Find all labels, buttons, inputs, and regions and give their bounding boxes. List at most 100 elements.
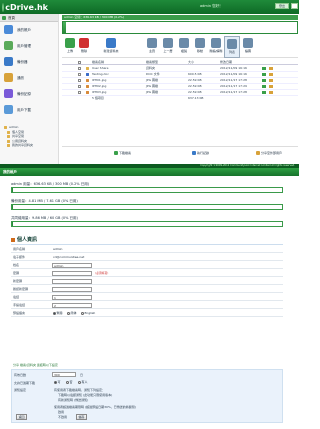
expire-line[interactable]: 不啟用 [58,415,67,419]
nav-item-icon [4,73,13,82]
field-input[interactable] [52,270,92,276]
field-input[interactable] [52,286,92,292]
folder-tree: admin 個人空間 共享空間 公用資料夾 我的共享資料夾 [3,125,58,148]
person-icon [11,237,15,242]
toolbar-button-2[interactable]: 新建資料夾 [100,36,122,58]
cloud-logo-icon [2,2,5,12]
expire-line[interactable]: 啟用 [58,410,64,414]
field-input[interactable]: admin [52,262,92,268]
nav-item-4[interactable]: 備份記錄 [0,86,58,102]
allow-radio[interactable]: 有人 [78,380,88,384]
back-button[interactable]: 返回 [16,414,27,420]
col-type[interactable]: 檔案類型 [146,60,158,64]
file-name[interactable]: Testing.doc [92,72,109,76]
nav-item-1[interactable]: 用戶管理 [0,38,58,54]
toolbar-label: 移動 [196,49,203,53]
personal-info-title: 個人資訊 [11,236,37,243]
row-checkbox[interactable] [78,91,81,94]
app-header: cDrive.hk admin 您好！ 登出 [0,0,299,14]
download-icon[interactable] [262,91,266,94]
tree-item[interactable]: 我的共享資料夾 [3,143,58,148]
col-date[interactable]: 修改日期 [220,60,232,64]
toolbar-button-3[interactable]: 主頁 [144,36,160,58]
toolbar-button-4[interactable]: 上一層 [160,36,176,58]
storage-path-bar: admin 空間：636.63 KB / 300 MB (0.2%) [62,15,298,20]
share-icon[interactable] [269,79,273,82]
language-radio[interactable]: English [81,311,95,315]
storage-bar [62,21,298,34]
nav-item-3[interactable]: 通訊 [0,70,58,86]
allow-radio[interactable]: 可 [54,380,61,384]
nav-item-0[interactable]: 我的帳戶 [0,22,58,38]
toolbar-button-7[interactable]: 壓縮/解壓 [208,36,224,58]
file-icon [86,73,89,76]
personal-info-label: 個人資訊 [17,237,38,243]
save-button[interactable]: 儲存 [76,414,87,420]
field-input[interactable]: 2 [52,302,92,308]
allow-radio[interactable]: 否 [66,380,73,384]
language-radio[interactable]: 简体 [67,311,77,315]
toolbar-button-1[interactable]: 刪除 [76,36,92,58]
nav-item-2[interactable]: 備份器 [0,54,58,70]
toolbar-button-9[interactable]: 縮圖 [240,36,256,58]
share-icon[interactable] [269,73,273,76]
file-type: JPG 圖檔 [146,84,158,88]
field-input[interactable] [52,278,92,284]
col-size[interactable]: 大小 [188,60,194,64]
file-icon [86,91,89,94]
menu-icon[interactable] [291,3,298,9]
toolbar-button-5[interactable]: 複製 [176,36,192,58]
logout-button[interactable]: 登出 [275,3,289,9]
setting-label: 有效日數 [14,373,27,377]
toolbar-label: 主頁 [148,49,155,53]
home-icon [2,16,6,20]
toolbar-icon [79,38,89,48]
notify-line[interactable]: 有新通知時 (傳送通知) [58,398,88,402]
toolbar-button-8[interactable]: 列表 [224,36,240,58]
field-input[interactable]: 1 [52,294,92,300]
form-row: 電話 1 [11,293,283,301]
download-icon[interactable] [262,67,266,70]
form-row: 用戶名稱 admin [11,245,283,253]
nav-home[interactable]: 首頁 [0,14,58,22]
field-label: 電話 [13,295,20,299]
notify-line[interactable]: 下載時以電郵通知 (此功能只限使用版本) [58,393,112,397]
file-name[interactable]: IPH01.jpg [92,78,106,82]
days-unit: 日 [80,373,84,377]
download-icon[interactable] [262,73,266,76]
file-name[interactable]: IPH03.jpg [92,90,106,94]
row-checkbox[interactable] [78,73,81,76]
form-row: 新密碼 [11,277,283,285]
share-icon[interactable] [269,85,273,88]
share-icon[interactable] [269,91,273,94]
file-name[interactable]: User Share [92,66,108,70]
file-date: 2012/11/17 17:28 [220,78,247,82]
bottom-link-label: 分享至外部用戶 [261,151,283,155]
toolbar-label: 列表 [228,50,235,54]
file-name[interactable]: IPH02.jpg [92,84,106,88]
bottom-links: 下載檔案 執行記錄 分享至外部用戶 [62,146,298,164]
share-icon[interactable] [269,67,273,70]
toolbar-button-6[interactable]: 移動 [192,36,208,58]
bottom-link-2[interactable]: 分享至外部用戶 [256,151,282,155]
radio-label: 否 [69,380,73,384]
download-icon[interactable] [262,85,266,88]
app-logo[interactable]: cDrive.hk [2,1,48,13]
select-all-checkbox[interactable] [78,61,81,64]
bottom-link-0[interactable]: 下載檔案 [114,151,131,155]
row-checkbox[interactable] [78,85,81,88]
nav-item-label: 用戶管理 [17,44,31,48]
row-checkbox[interactable] [78,67,81,70]
days-input[interactable]: 300 [52,372,76,377]
language-radio[interactable]: 繁體 [53,311,63,315]
col-name[interactable]: 檔案名稱 [92,60,104,64]
share-info: 分享 檔案/資料夾 連結時以下設定 [11,362,283,369]
toolbar-icon [65,38,75,48]
nav-item-5[interactable]: 用戶下載 [0,102,58,118]
row-checkbox[interactable] [78,79,81,82]
file-date: 2012/11/17 17:29 [220,84,247,88]
bottom-link-1[interactable]: 執行記錄 [192,151,209,155]
toolbar-icon [195,38,205,48]
download-icon[interactable] [262,79,266,82]
toolbar-icon [163,38,173,48]
